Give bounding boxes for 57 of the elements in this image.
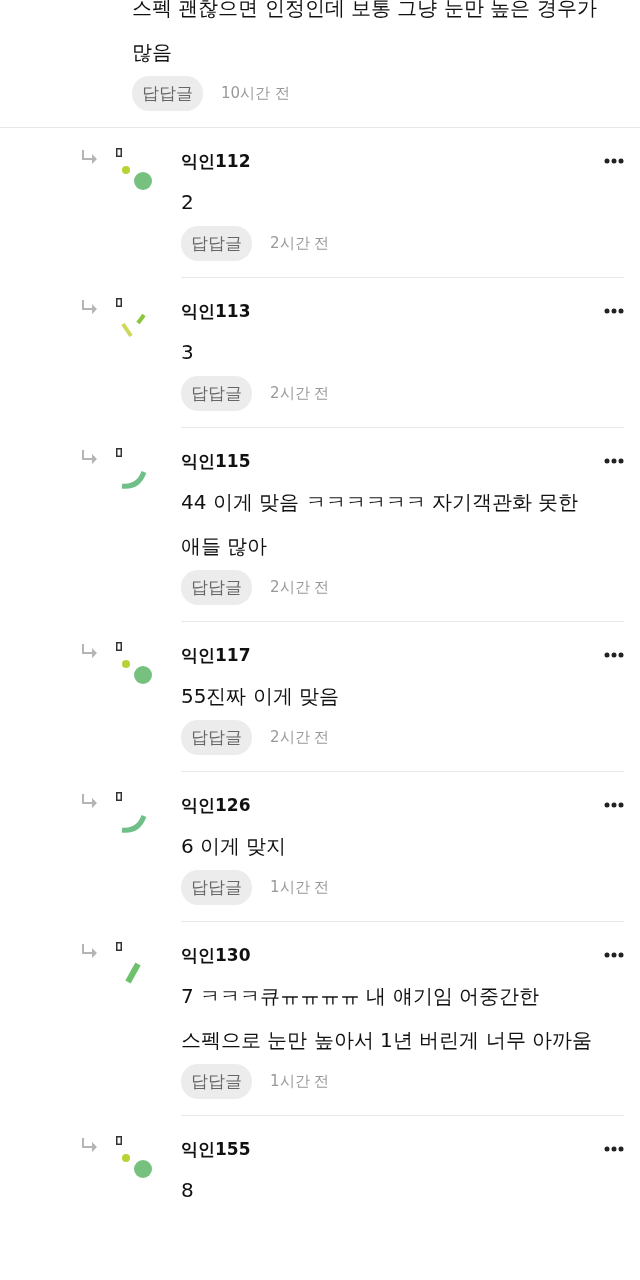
- avatar-icon: [121, 814, 147, 834]
- reply-button[interactable]: 답답글: [181, 376, 252, 411]
- username: 익인126: [181, 794, 251, 817]
- missing-glyph-icon: [116, 792, 122, 801]
- more-icon[interactable]: [604, 458, 624, 464]
- timestamp: 2시간 전: [270, 234, 330, 253]
- reply-button[interactable]: 답답글: [181, 570, 252, 605]
- comment-text: 55진짜 이게 맞음: [181, 683, 341, 710]
- reply-arrow-icon: [82, 1138, 98, 1152]
- avatar-icon: [121, 470, 147, 490]
- more-icon[interactable]: [604, 308, 624, 314]
- missing-glyph-icon: [116, 448, 122, 457]
- timestamp: 10시간 전: [221, 84, 290, 103]
- reply-button[interactable]: 답답글: [181, 1064, 252, 1099]
- timestamp: 1시간 전: [270, 1072, 330, 1091]
- timestamp: 2시간 전: [270, 384, 330, 403]
- reply-button[interactable]: 답답글: [181, 720, 252, 755]
- comment-text: 스펙 괜찮으면 인정인데 보통 그냥 눈만 높은 경우가 많음: [132, 0, 598, 66]
- username: 익인115: [181, 450, 251, 473]
- comment-text: 7 ㅋㅋㅋ큐ㅠㅠㅠㅠ 내 얘기임 어중간한 스펙으로 눈만 높아서 1년 버린게 너무 아까움: [181, 983, 593, 1054]
- missing-glyph-icon: [116, 148, 122, 157]
- reply-button[interactable]: 답답글: [181, 870, 252, 905]
- avatar-icon: [125, 962, 141, 984]
- avatar-icon: [122, 166, 152, 190]
- more-icon[interactable]: [604, 1146, 624, 1152]
- avatar-icon: [121, 313, 146, 338]
- comment-text: 6 이게 맞지: [181, 833, 288, 860]
- missing-glyph-icon: [116, 642, 122, 651]
- reply-button[interactable]: 답답글: [132, 76, 203, 111]
- more-icon[interactable]: [604, 802, 624, 808]
- username: 익인112: [181, 150, 251, 173]
- reply-arrow-icon: [82, 794, 98, 808]
- more-icon[interactable]: [604, 652, 624, 658]
- reply-arrow-icon: [82, 450, 98, 464]
- timestamp: 2시간 전: [270, 578, 330, 597]
- reply-arrow-icon: [82, 944, 98, 958]
- reply-arrow-icon: [82, 644, 98, 658]
- missing-glyph-icon: [116, 1136, 122, 1145]
- comment-text: 3: [181, 339, 195, 366]
- reply-arrow-icon: [82, 150, 98, 164]
- timestamp: 1시간 전: [270, 878, 330, 897]
- timestamp: 2시간 전: [270, 728, 330, 747]
- comment-text: 2: [181, 189, 195, 216]
- avatar-icon: [122, 1154, 152, 1178]
- reply-button[interactable]: 답답글: [181, 226, 252, 261]
- avatar-icon: [122, 660, 152, 684]
- username: 익인117: [181, 644, 251, 667]
- comment-text: 44 이게 맞음 ㅋㅋㅋㅋㅋㅋ 자기객관화 못한 애들 많아: [181, 489, 580, 560]
- username: 익인113: [181, 300, 251, 323]
- reply-arrow-icon: [82, 300, 98, 314]
- missing-glyph-icon: [116, 298, 122, 307]
- missing-glyph-icon: [116, 942, 122, 951]
- username: 익인130: [181, 944, 251, 967]
- username: 익인155: [181, 1138, 251, 1161]
- comment-text: 8: [181, 1177, 195, 1204]
- more-icon[interactable]: [604, 158, 624, 164]
- more-icon[interactable]: [604, 952, 624, 958]
